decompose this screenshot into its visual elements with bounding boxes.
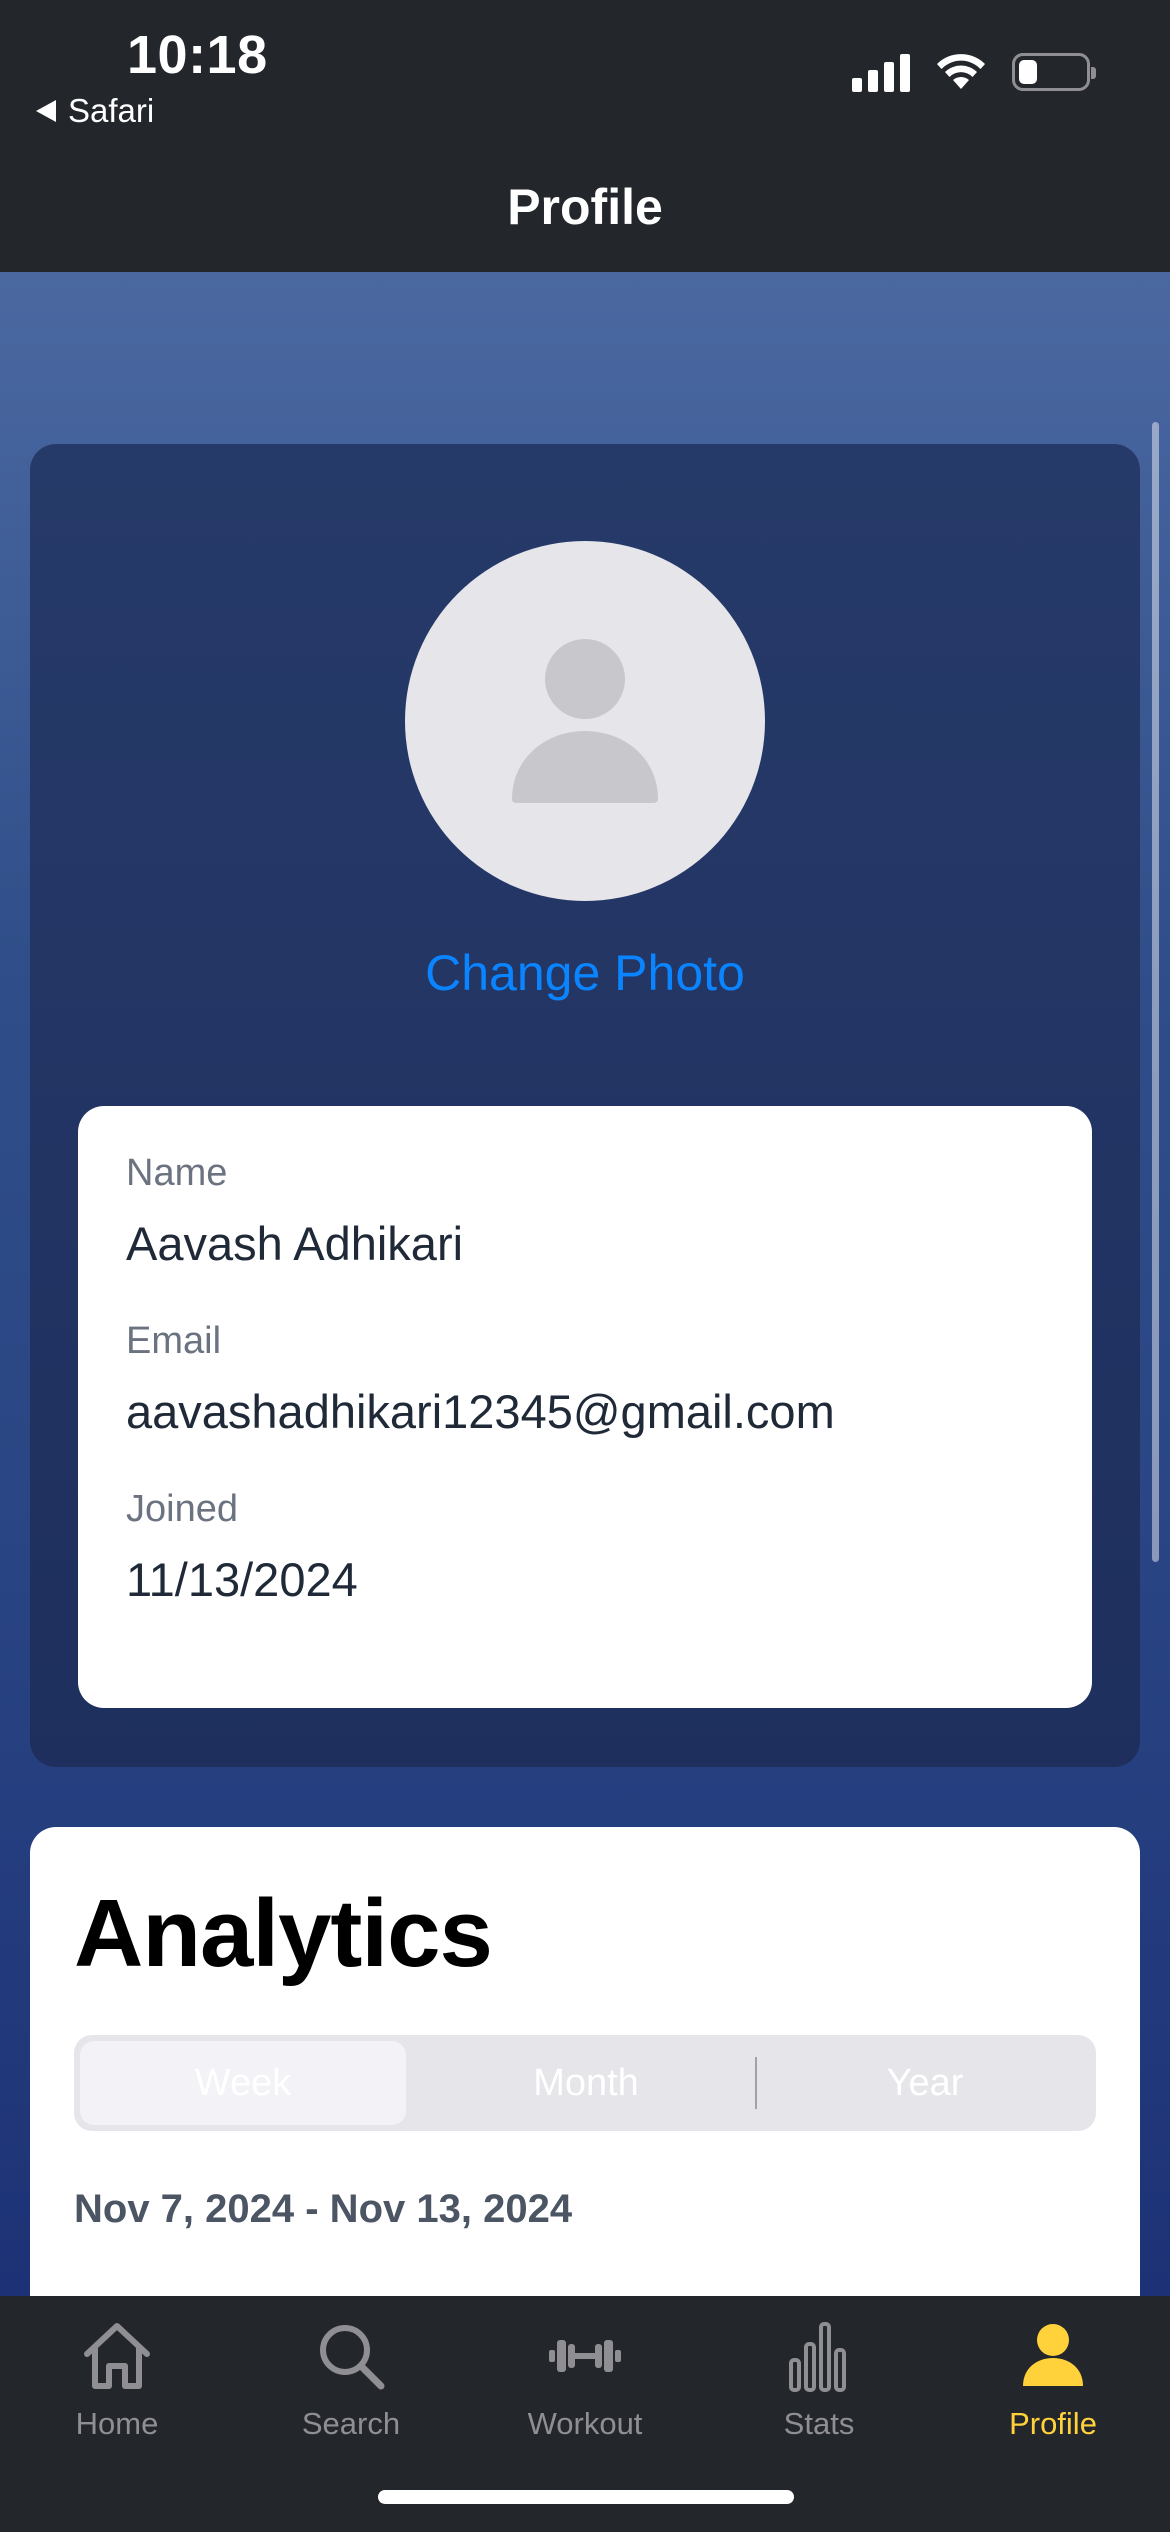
house-icon xyxy=(84,2323,150,2389)
profile-info-card: Name Aavash Adhikari Email aavashadhikar… xyxy=(78,1106,1092,1708)
status-icons xyxy=(852,52,1096,92)
segment-week[interactable]: Week xyxy=(80,2035,406,2131)
segment-year[interactable]: Year xyxy=(758,2035,1092,2131)
tab-search-label: Search xyxy=(301,2406,401,2441)
tab-home[interactable]: Home xyxy=(0,2316,234,2442)
scroll-indicator xyxy=(1152,422,1159,1562)
joined-label: Joined xyxy=(126,1488,238,1530)
change-photo-button[interactable]: Change Photo xyxy=(30,944,1140,1002)
avatar[interactable] xyxy=(405,541,765,901)
email-value: aavashadhikari12345@gmail.com xyxy=(126,1385,835,1438)
analytics-title: Analytics xyxy=(74,1880,493,1987)
date-range-label: Nov 7, 2024 - Nov 13, 2024 xyxy=(74,2187,573,2231)
segment-month[interactable]: Month xyxy=(418,2035,754,2131)
home-indicator[interactable] xyxy=(378,2490,794,2504)
battery-icon xyxy=(1012,53,1096,91)
magnifier-icon xyxy=(320,2325,385,2390)
person-placeholder-icon xyxy=(512,639,658,803)
name-label: Name xyxy=(126,1152,228,1194)
dumbbell-icon xyxy=(549,2340,621,2372)
back-arrow-icon xyxy=(36,100,56,122)
scroll-content[interactable]: Change Photo Name Aavash Adhikari Email … xyxy=(0,272,1170,2296)
tab-profile-label: Profile xyxy=(1009,2406,1097,2441)
status-time: 10:18 xyxy=(127,25,268,85)
bar-chart-icon xyxy=(789,2322,846,2392)
page-title: Profile xyxy=(507,179,663,235)
analytics-card: Analytics Week Month Year Nov 7, 2024 - … xyxy=(30,1827,1140,2296)
tab-stats-label: Stats xyxy=(783,2406,855,2441)
tab-stats[interactable]: Stats xyxy=(702,2316,936,2442)
segment-divider xyxy=(755,2057,757,2109)
tab-home-label: Home xyxy=(75,2406,159,2441)
person-icon xyxy=(1023,2324,1083,2386)
tab-profile[interactable]: Profile xyxy=(936,2316,1170,2442)
email-label: Email xyxy=(126,1320,222,1362)
tab-workout[interactable]: Workout xyxy=(468,2316,702,2442)
profile-screen: 10:18 Safari Profile Change Photo Name A… xyxy=(0,0,1170,2532)
tab-workout-label: Workout xyxy=(527,2406,643,2441)
back-app-label: Safari xyxy=(68,92,155,129)
tab-search[interactable]: Search xyxy=(234,2316,468,2442)
name-value: Aavash Adhikari xyxy=(126,1217,464,1270)
joined-value: 11/13/2024 xyxy=(126,1553,358,1606)
period-segmented-control[interactable]: Week Month Year xyxy=(74,2035,1096,2131)
back-to-safari-button[interactable]: Safari xyxy=(36,92,154,130)
profile-card: Change Photo Name Aavash Adhikari Email … xyxy=(30,444,1140,1767)
wifi-icon xyxy=(937,54,985,89)
signal-icon xyxy=(852,52,910,92)
top-bar: 10:18 Safari Profile xyxy=(0,0,1170,272)
